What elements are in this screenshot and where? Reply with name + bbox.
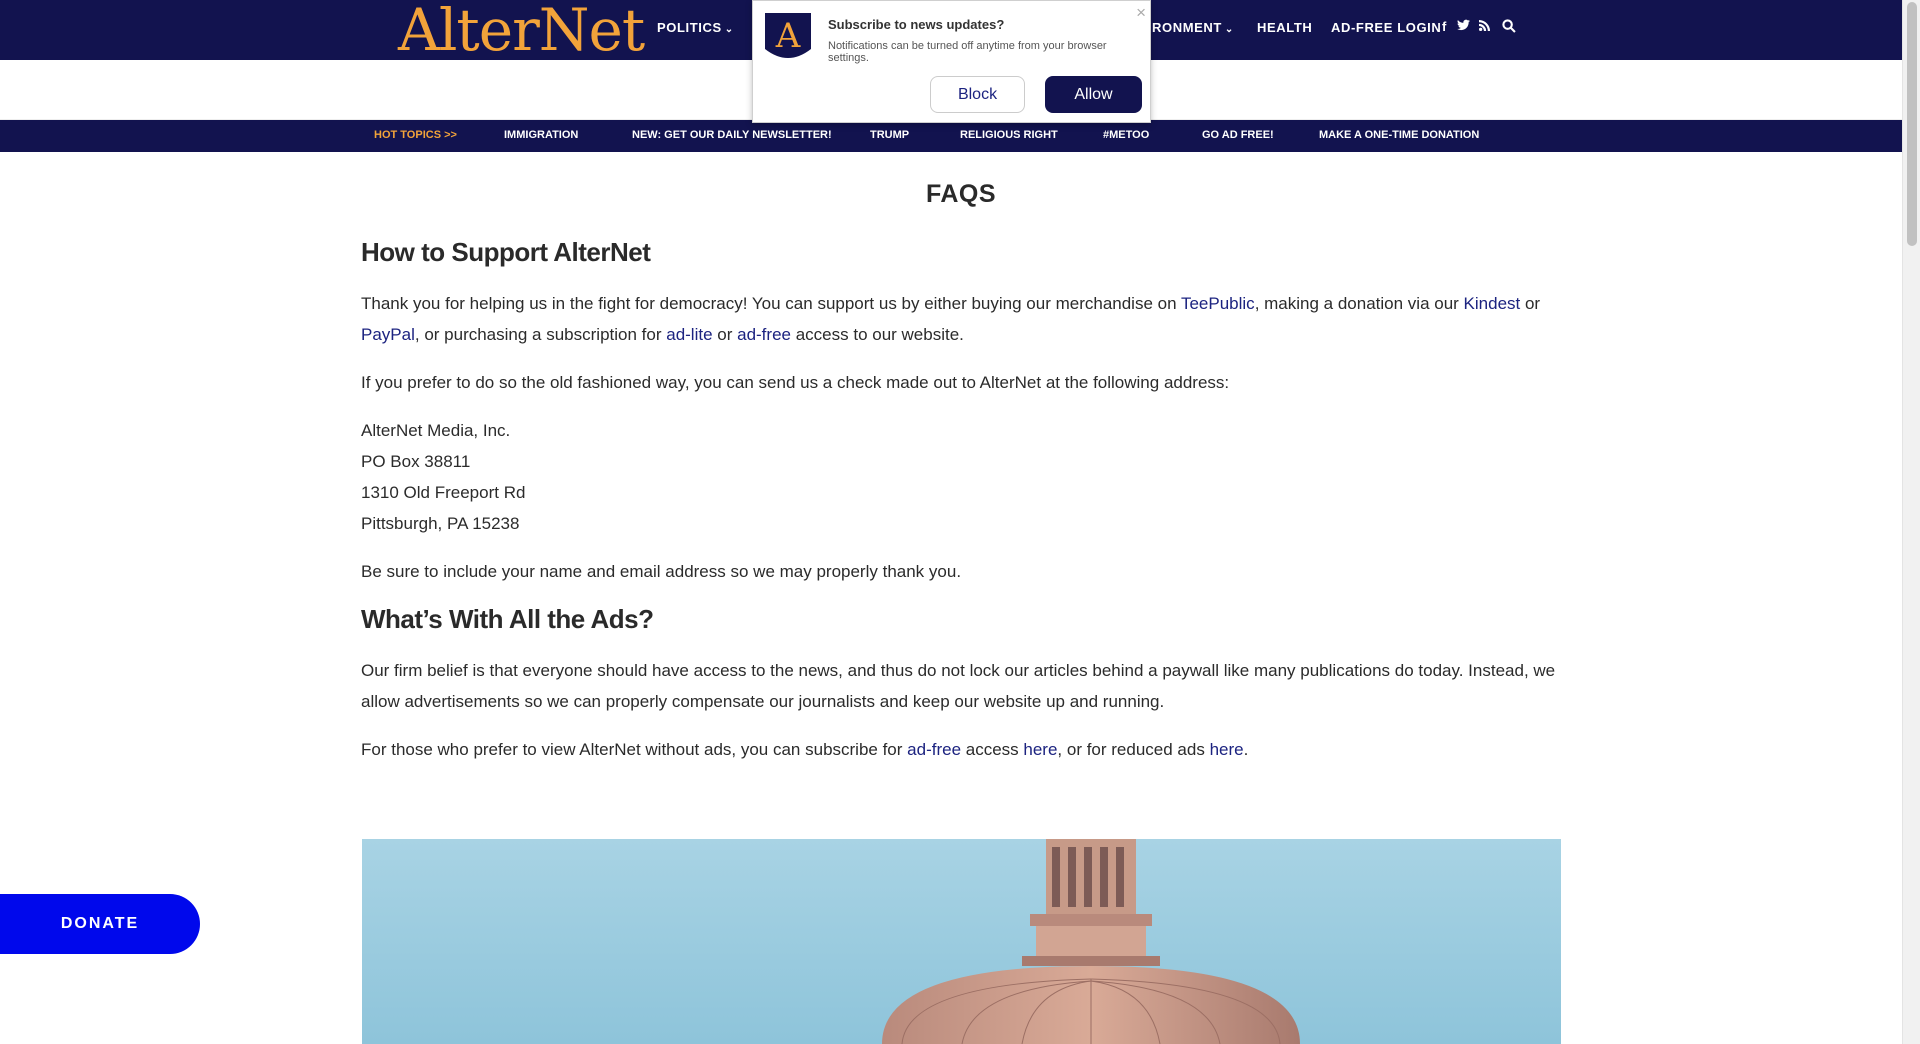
here-link[interactable]: here xyxy=(1210,740,1244,759)
nav-environment[interactable]: RONMENT ⌄ xyxy=(1152,20,1234,35)
svg-text:A: A xyxy=(775,16,801,56)
topic-newsletter[interactable]: NEW: GET OUR DAILY NEWSLETTER! xyxy=(632,129,832,141)
text-span: or xyxy=(712,325,738,344)
facebook-icon[interactable]: f xyxy=(1442,19,1446,34)
chevron-down-icon: ⌄ xyxy=(1224,24,1234,35)
chevron-down-icon: ⌄ xyxy=(724,24,734,35)
paypal-link[interactable]: PayPal xyxy=(361,325,415,344)
hot-topics-bar: HOT TOPICS >> IMMIGRATION NEW: GET OUR D… xyxy=(0,120,1902,152)
ads-paragraph: Our firm belief is that everyone should … xyxy=(361,661,1556,711)
ad-free-link[interactable]: ad-free xyxy=(907,740,961,759)
support-paragraph: Thank you for helping us in the fight fo… xyxy=(361,288,1561,350)
notification-prompt: A Subscribe to news updates? Notificatio… xyxy=(752,0,1151,123)
topic-trump[interactable]: TRUMP xyxy=(870,129,909,141)
text-span: , or for reduced ads xyxy=(1057,740,1210,759)
text-span: For those who prefer to view AlterNet wi… xyxy=(361,740,908,759)
search-icon[interactable] xyxy=(1502,19,1516,36)
section-heading-support: How to Support AlterNet xyxy=(361,237,651,267)
ad-lite-link[interactable]: ad-lite xyxy=(666,325,712,344)
nav-politics[interactable]: POLITICS ⌄ xyxy=(657,20,734,35)
nav-environment-label: RONMENT xyxy=(1152,20,1222,35)
close-icon[interactable]: × xyxy=(1136,3,1146,23)
text-span: or xyxy=(1520,294,1541,313)
rss-icon[interactable] xyxy=(1479,19,1490,34)
capitol-dome-image xyxy=(362,839,1561,1044)
topic-donation[interactable]: MAKE A ONE-TIME DONATION xyxy=(1319,129,1479,141)
section-heading-ads: What’s With All the Ads? xyxy=(361,604,654,634)
topic-immigration[interactable]: IMMIGRATION xyxy=(504,129,578,141)
teepublic-link[interactable]: TeePublic xyxy=(1181,294,1255,313)
nav-health[interactable]: HEALTH xyxy=(1257,20,1312,35)
prompt-title: Subscribe to news updates? xyxy=(828,17,1005,32)
twitter-icon[interactable] xyxy=(1457,19,1470,34)
address-line: AlterNet Media, Inc. xyxy=(361,421,511,440)
text-span: , or purchasing a subscription for xyxy=(414,325,667,344)
text-span: Thank you for helping us in the fight fo… xyxy=(361,294,1181,313)
alternet-app-icon: A xyxy=(763,11,813,63)
kindest-link[interactable]: Kindest xyxy=(1464,294,1521,313)
text-span: , making a donation via our xyxy=(1254,294,1464,313)
block-button[interactable]: Block xyxy=(930,76,1025,113)
topic-metoo[interactable]: #METOO xyxy=(1103,129,1149,141)
topic-religious-right[interactable]: RELIGIOUS RIGHT xyxy=(960,129,1058,141)
thank-you-paragraph: Be sure to include your name and email a… xyxy=(361,562,962,581)
address-line: PO Box 38811 xyxy=(361,452,471,471)
ad-free-paragraph: For those who prefer to view AlterNet wi… xyxy=(361,734,1561,765)
allow-button[interactable]: Allow xyxy=(1045,76,1142,113)
hot-topics-label: HOT TOPICS >> xyxy=(374,129,457,141)
check-paragraph: If you prefer to do so the old fashioned… xyxy=(361,373,1230,392)
address-line: Pittsburgh, PA 15238 xyxy=(361,514,520,533)
text-span: access xyxy=(961,740,1024,759)
page-title: FAQS xyxy=(925,180,997,208)
donate-button[interactable]: DONATE xyxy=(0,894,200,954)
here-link[interactable]: here xyxy=(1023,740,1057,759)
scrollbar-thumb[interactable] xyxy=(1907,2,1917,246)
site-logo[interactable]: AlterNet xyxy=(398,0,645,60)
topic-go-ad-free[interactable]: GO AD FREE! xyxy=(1202,129,1274,141)
nav-politics-label: POLITICS xyxy=(657,20,722,35)
text-span: access to our website. xyxy=(790,325,964,344)
ad-free-link[interactable]: ad-free xyxy=(737,325,791,344)
page-scrollbar[interactable] xyxy=(1902,0,1920,1044)
nav-ad-free-login[interactable]: AD-FREE LOGIN xyxy=(1331,20,1441,35)
mailing-address: AlterNet Media, Inc. PO Box 38811 1310 O… xyxy=(361,415,1561,539)
prompt-body: Notifications can be turned off anytime … xyxy=(828,40,1107,64)
main-content: FAQS How to Support AlterNet Thank you f… xyxy=(361,180,1561,782)
text-span: . xyxy=(1243,740,1249,759)
address-line: 1310 Old Freeport Rd xyxy=(361,483,526,502)
